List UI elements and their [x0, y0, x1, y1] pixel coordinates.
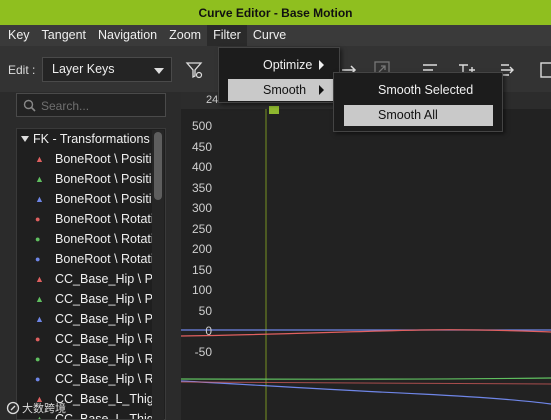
tree-row[interactable]: ▲ CC_Base_Hip \ P [17, 289, 157, 309]
tree-row[interactable]: ▲ BoneRoot \ Positi [17, 169, 157, 189]
rotation-channel-icon: ● [35, 334, 41, 344]
window-title: Curve Editor - Base Motion [0, 0, 551, 25]
tree-row[interactable]: ● BoneRoot \ Rotati [17, 209, 157, 229]
y-tick-label: 50 [198, 303, 212, 318]
position-channel-icon: ▲ [35, 174, 44, 184]
curve-graph[interactable] [181, 92, 551, 420]
menu-item-smooth-all[interactable]: Smooth All [344, 105, 493, 126]
position-channel-icon: ▲ [35, 194, 44, 204]
menu-tangent[interactable]: Tangent [36, 25, 92, 46]
rotation-channel-icon: ● [35, 214, 41, 224]
filter-dropdown: Optimize Smooth [218, 47, 340, 103]
menu-item-smooth[interactable]: Smooth [228, 79, 334, 101]
copy-icon[interactable] [536, 60, 551, 80]
rotation-channel-icon: ● [35, 254, 41, 264]
menu-zoom[interactable]: Zoom [163, 25, 207, 46]
tree-row-label: CC_Base_Hip \ R [55, 372, 154, 386]
tree-row-label: BoneRoot \ Rotati [55, 212, 154, 226]
menu-navigation[interactable]: Navigation [92, 25, 163, 46]
channel-tree: FK - Transformations ▲ BoneRoot \ Positi ▲… [16, 128, 166, 420]
tree-group-header[interactable]: FK - Transformations [17, 129, 157, 149]
tree-row[interactable]: ● CC_Base_Hip \ R [17, 349, 157, 369]
submenu-arrow-icon [319, 60, 324, 70]
search-placeholder: Search... [41, 99, 90, 113]
y-tick-label: 350 [191, 180, 212, 195]
y-tick-label: 500 [191, 119, 212, 133]
y-tick-label: 0 [205, 324, 212, 338]
ruler-label: 24 [206, 94, 219, 106]
position-channel-icon: ▲ [35, 314, 44, 324]
curve-blue-lower [181, 380, 551, 405]
menu-item-smooth-selected[interactable]: Smooth Selected [344, 80, 493, 101]
y-tick-label: 200 [191, 242, 212, 256]
edit-mode-combo[interactable]: Layer Keys [42, 57, 172, 82]
rotation-channel-icon: ● [35, 354, 41, 364]
tree-row[interactable]: ● BoneRoot \ Rotati [17, 229, 157, 249]
smooth-submenu: Smooth Selected Smooth All [333, 72, 503, 132]
tree-row[interactable]: ▲ CC_Base_Hip \ P [17, 269, 157, 289]
tree-row-label: BoneRoot \ Rotati [55, 252, 154, 266]
curve-canvas[interactable] [181, 92, 551, 420]
menu-bar: Key Tangent Navigation Zoom Filter Curve [0, 25, 551, 46]
rotation-channel-icon: ● [35, 374, 41, 384]
curve-red-upper [181, 329, 551, 337]
tree-row[interactable]: ● CC_Base_Hip \ R [17, 329, 157, 349]
position-channel-icon: ▲ [35, 154, 44, 164]
tree-row[interactable]: ● CC_Base_Hip \ R [17, 369, 157, 389]
tree-row[interactable]: ▲ CC_Base_Hip \ P [17, 309, 157, 329]
menu-item-optimize-label: Optimize [263, 58, 313, 72]
y-tick-label: 150 [191, 262, 212, 277]
y-tick-label: 450 [191, 139, 212, 154]
menu-item-smooth-label: Smooth [263, 83, 307, 97]
watermark-text: 大数跨境 [22, 403, 66, 415]
edit-mode-value: Layer Keys [52, 62, 115, 76]
position-channel-icon: ▲ [35, 294, 44, 304]
tree-row-label: CC_Base_L_Thig [55, 392, 154, 406]
menu-item-optimize[interactable]: Optimize [228, 54, 334, 76]
expand-triangle-icon[interactable] [21, 135, 29, 143]
y-tick-label: -50 [194, 344, 212, 359]
y-tick-label: 250 [191, 221, 212, 236]
menu-key[interactable]: Key [2, 25, 36, 46]
watermark-logo-icon [6, 401, 20, 415]
playhead-marker[interactable] [269, 106, 279, 114]
tree-row-label: BoneRoot \ Positi [55, 152, 152, 166]
tree-row-label: CC_Base_Hip \ R [55, 332, 154, 346]
tree-row-label: BoneRoot \ Positi [55, 172, 152, 186]
tree-group-label: FK - Transformations [33, 132, 150, 146]
tree-row[interactable]: ▲ BoneRoot \ Positi [17, 189, 157, 209]
curve-green-lower [181, 377, 551, 380]
filter-key-icon[interactable] [184, 60, 204, 80]
y-tick-label: 300 [191, 201, 212, 215]
y-tick-label: 400 [191, 160, 212, 174]
tree-row-label: CC_Base_Hip \ P [55, 292, 153, 306]
tree-row-label: CC_Base_Hip \ R [55, 352, 154, 366]
search-icon [23, 99, 36, 112]
submenu-arrow-icon [319, 85, 324, 95]
position-channel-icon: ▲ [35, 274, 44, 284]
tree-row-label: BoneRoot \ Positi [55, 192, 152, 206]
tree-row-label: CC_Base_Hip \ P [55, 272, 153, 286]
tree-row[interactable]: ● BoneRoot \ Rotati [17, 249, 157, 269]
chevron-down-icon [154, 68, 164, 74]
menu-filter[interactable]: Filter [207, 25, 247, 46]
menu-curve[interactable]: Curve [247, 25, 292, 46]
tree-row-label: BoneRoot \ Rotati [55, 232, 154, 246]
edit-label: Edit : [8, 63, 36, 77]
y-tick-label: 100 [191, 283, 212, 297]
search-input[interactable]: Search... [16, 93, 166, 117]
rotation-channel-icon: ● [35, 234, 41, 244]
tree-row-label: CC_Base_L_Thig [55, 412, 154, 420]
tree-row[interactable]: ▲ BoneRoot \ Positi [17, 149, 157, 169]
tree-row-label: CC_Base_Hip \ P [55, 312, 153, 326]
tree-scroll-thumb[interactable] [154, 132, 162, 200]
